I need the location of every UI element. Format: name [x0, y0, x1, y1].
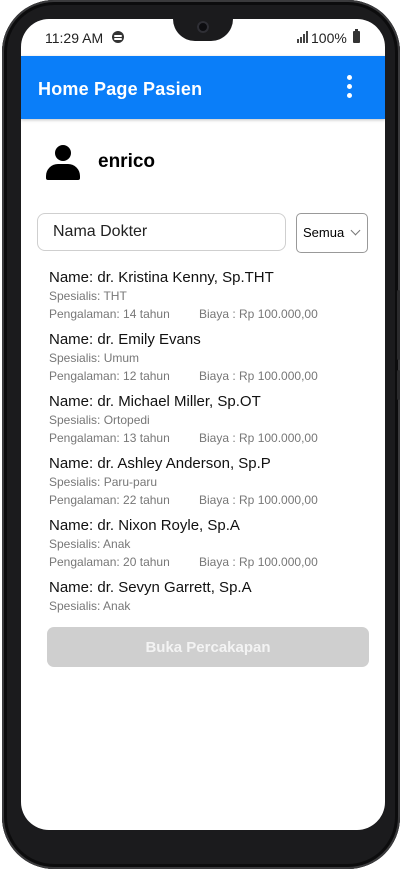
spotify-icon [112, 31, 124, 43]
doctor-specialty: Spesialis: Anak [49, 537, 131, 551]
doctor-specialty: Spesialis: Umum [49, 351, 140, 365]
doctor-list-item[interactable]: Name: dr. Michael Miller, Sp.OT Spesiali… [49, 393, 369, 455]
doctor-list-item[interactable]: Name: dr. Kristina Kenny, Sp.THT Spesial… [49, 269, 369, 331]
phone-frame: 11:29 AM 100% Home Page Pasien enrico Na… [2, 0, 400, 869]
page-title: Home Page Pasien [38, 79, 203, 99]
doctor-list-item[interactable]: Name: dr. Ashley Anderson, Sp.P Spesiali… [49, 455, 369, 517]
username: enrico [98, 151, 156, 172]
side-button [397, 290, 400, 360]
doctor-specialty: Spesialis: Anak [49, 599, 131, 613]
front-camera [197, 21, 209, 33]
doctor-experience: Pengalaman: 20 tahun [49, 555, 170, 569]
doctor-specialty: Spesialis: Paru-paru [49, 475, 158, 489]
doctor-list-item[interactable]: Name: dr. Nixon Royle, Sp.A Spesialis: A… [49, 517, 369, 579]
doctor-name: Name: dr. Michael Miller, Sp.OT [49, 393, 261, 410]
doctor-name: Name: dr. Ashley Anderson, Sp.P [49, 455, 271, 472]
doctor-search-input[interactable] [37, 213, 286, 251]
more-vert-icon[interactable] [339, 75, 359, 101]
specialty-filter-select[interactable]: Semua [296, 213, 368, 253]
doctor-specialty: Spesialis: Ortopedi [49, 413, 150, 427]
doctor-experience: Pengalaman: 12 tahun [49, 369, 170, 383]
doctor-experience: Pengalaman: 13 tahun [49, 431, 170, 445]
battery-percent: 100% [311, 30, 347, 46]
chevron-down-icon [350, 225, 361, 236]
doctor-fee: Biaya : Rp 100.000,00 [199, 307, 318, 321]
app-bar: Home Page Pasien [21, 56, 385, 119]
side-button [397, 370, 400, 400]
user-header: enrico [41, 143, 341, 183]
doctor-experience: Pengalaman: 22 tahun [49, 493, 170, 507]
battery-icon [353, 29, 360, 43]
doctor-experience: Pengalaman: 14 tahun [49, 307, 170, 321]
doctor-list-item[interactable]: Name: dr. Emily Evans Spesialis: Umum Pe… [49, 331, 369, 393]
status-time: 11:29 AM [45, 30, 104, 46]
doctor-name: Name: dr. Nixon Royle, Sp.A [49, 517, 240, 534]
doctor-name: Name: dr. Kristina Kenny, Sp.THT [49, 269, 274, 286]
doctor-fee: Biaya : Rp 100.000,00 [199, 369, 318, 383]
doctor-fee: Biaya : Rp 100.000,00 [199, 555, 318, 569]
doctor-name: Name: dr. Sevyn Garrett, Sp.A [49, 579, 252, 596]
doctor-name: Name: dr. Emily Evans [49, 331, 201, 348]
screen: 11:29 AM 100% Home Page Pasien enrico Na… [21, 19, 385, 830]
filter-selected-value: Semua [303, 225, 345, 240]
doctor-list: Name: dr. Kristina Kenny, Sp.THT Spesial… [49, 269, 369, 641]
open-conversation-button[interactable]: Buka Percakapan [47, 627, 369, 667]
person-icon [45, 145, 81, 181]
signal-icon [297, 31, 309, 43]
doctor-specialty: Spesialis: THT [49, 289, 127, 303]
doctor-fee: Biaya : Rp 100.000,00 [199, 493, 318, 507]
doctor-fee: Biaya : Rp 100.000,00 [199, 431, 318, 445]
